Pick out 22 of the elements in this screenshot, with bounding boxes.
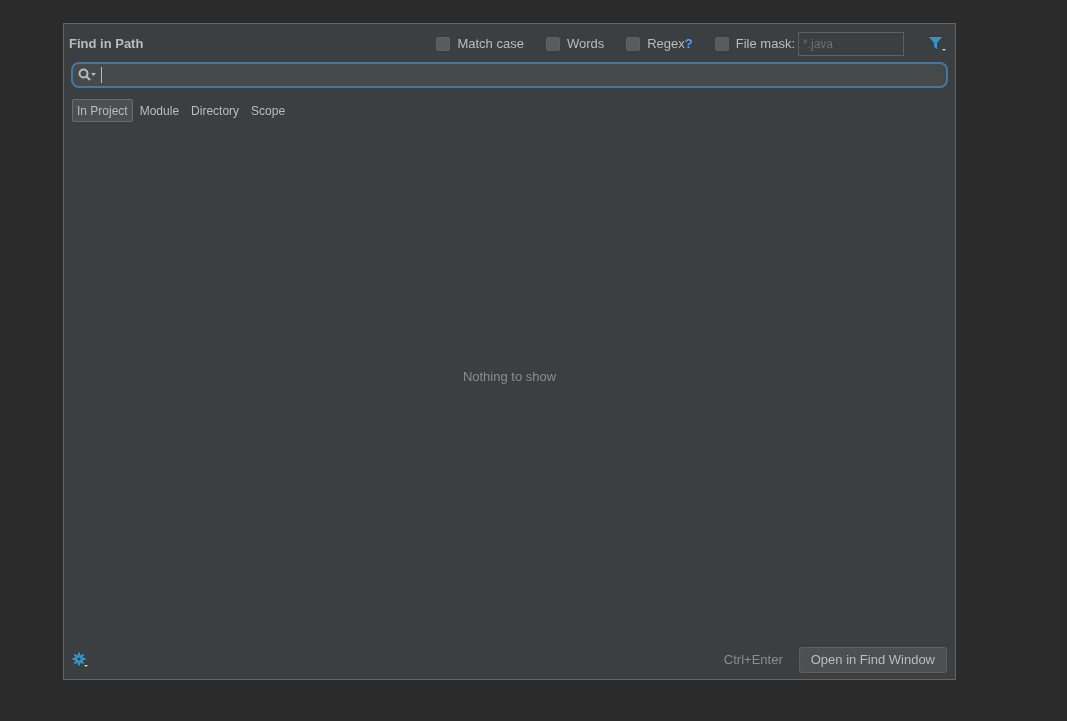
checkbox[interactable]: [626, 37, 641, 51]
shortcut-hint: Ctrl+Enter: [723, 651, 783, 670]
search-field[interactable]: [71, 62, 948, 88]
option-label[interactable]: File mask:: [735, 34, 795, 54]
empty-message: Nothing to show: [462, 367, 557, 386]
search-icon[interactable]: [78, 68, 98, 82]
option-label[interactable]: Regex: [647, 34, 685, 54]
checkbox[interactable]: [545, 37, 560, 51]
scope-tab[interactable]: Module: [134, 99, 185, 122]
open-in-find-window-button[interactable]: Open in Find Window: [798, 647, 947, 673]
filter-icon[interactable]: [928, 36, 946, 52]
scope-tab[interactable]: In Project: [72, 99, 133, 122]
scope-tab[interactable]: Scope: [246, 99, 291, 122]
help-link[interactable]: ?: [684, 34, 693, 54]
checkbox[interactable]: [436, 37, 451, 51]
checkbox[interactable]: [714, 37, 729, 51]
text-cursor: [101, 67, 102, 83]
option-label[interactable]: Words: [566, 34, 605, 54]
option-label[interactable]: Match case: [457, 34, 524, 54]
settings-icon[interactable]: [72, 652, 90, 668]
dialog-title: Find in Path: [69, 35, 144, 54]
scope-tab[interactable]: Directory: [186, 99, 245, 122]
